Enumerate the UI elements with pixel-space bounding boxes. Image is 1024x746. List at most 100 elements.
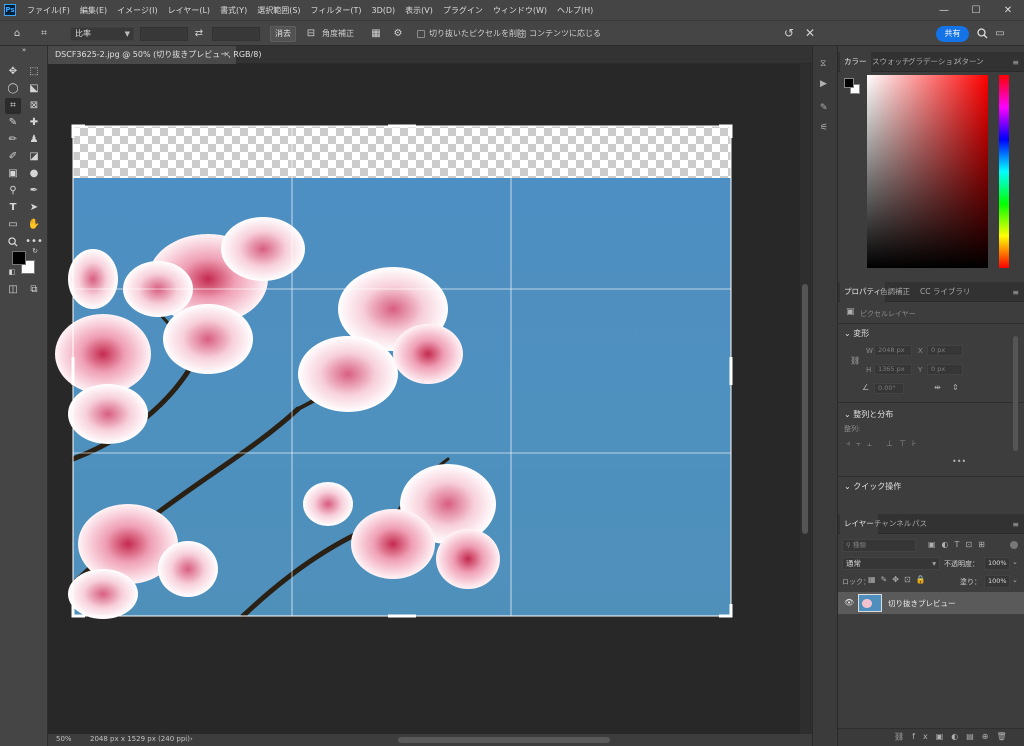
- zoom-tool-icon[interactable]: [5, 234, 21, 250]
- horizontal-scroll-thumb[interactable]: [398, 737, 610, 743]
- hand-tool-icon[interactable]: ✋: [26, 217, 42, 233]
- layer-filter-icons[interactable]: ▣◐T⊡⊞: [928, 541, 991, 549]
- blur-tool-icon[interactable]: ●: [26, 166, 42, 182]
- actions-panel-icon[interactable]: ▶: [820, 80, 827, 89]
- gear-icon[interactable]: ⚙: [391, 26, 405, 40]
- zoom-level[interactable]: 50%: [56, 735, 72, 743]
- menu-view[interactable]: 表示(V): [400, 5, 438, 16]
- brush-tool-icon[interactable]: ✏: [5, 132, 21, 148]
- vertical-scrollbar[interactable]: [800, 64, 812, 734]
- stamp-tool-icon[interactable]: ♟: [26, 132, 42, 148]
- crop-tool-preset-icon[interactable]: ⌗: [37, 26, 51, 40]
- layer-row[interactable]: 👁 切り抜きプレビュー: [838, 592, 1024, 614]
- undo-icon[interactable]: ↺: [782, 26, 796, 40]
- menu-image[interactable]: イメージ(I): [112, 5, 162, 16]
- vertical-scroll-thumb[interactable]: [802, 284, 808, 534]
- menu-type[interactable]: 書式(Y): [215, 5, 252, 16]
- menu-3d[interactable]: 3D(D): [367, 6, 401, 15]
- straighten-label[interactable]: 角度補正: [322, 28, 354, 39]
- menu-plugins[interactable]: プラグイン: [438, 5, 488, 16]
- history-brush-tool-icon[interactable]: ✐: [5, 149, 21, 165]
- link-icon[interactable]: ⛓: [850, 357, 860, 365]
- content-aware-checkbox[interactable]: [518, 30, 526, 38]
- share-button[interactable]: 共有: [936, 26, 969, 42]
- dodge-tool-icon[interactable]: ⚲: [5, 183, 21, 199]
- transform-section[interactable]: ⌄ 変形: [844, 328, 869, 339]
- blend-mode-dropdown[interactable]: 通常 ▾: [842, 557, 940, 570]
- rectangle-tool-icon[interactable]: ▭: [5, 217, 21, 233]
- width-field[interactable]: 2048 px: [874, 345, 912, 356]
- move-tool-icon[interactable]: ✥: [5, 64, 21, 80]
- flip-horizontal-icon[interactable]: ⇹: [934, 384, 941, 392]
- height-field[interactable]: 1365 px: [874, 364, 912, 375]
- eraser-tool-icon[interactable]: ◪: [26, 149, 42, 165]
- tab-color[interactable]: カラー: [840, 52, 871, 72]
- cancel-crop-icon[interactable]: ✕: [803, 26, 817, 40]
- type-tool-icon[interactable]: T: [5, 200, 21, 216]
- menu-file[interactable]: ファイル(F): [22, 5, 75, 16]
- minimize-button[interactable]: —: [928, 0, 960, 20]
- gradient-tool-icon[interactable]: ▣: [5, 166, 21, 182]
- menu-window[interactable]: ウィンドウ(W): [488, 5, 552, 16]
- brush-settings-icon[interactable]: ✎: [820, 104, 828, 113]
- panel-menu-icon[interactable]: ≡: [1012, 288, 1019, 297]
- layer-footer-icons[interactable]: ⛓fx▣◐▤⊕🗑: [894, 733, 1015, 741]
- hue-slider[interactable]: [999, 75, 1009, 268]
- overlay-grid-icon[interactable]: ▦: [369, 26, 383, 40]
- fill-field[interactable]: 100%: [984, 575, 1010, 588]
- ratio-height-field[interactable]: [212, 27, 260, 41]
- foreground-color-swatch[interactable]: [12, 251, 26, 265]
- chevron-down-icon[interactable]: ⌄: [1012, 577, 1018, 584]
- lasso-tool-icon[interactable]: ◯: [5, 81, 21, 97]
- more-icon[interactable]: •••: [952, 458, 966, 466]
- document-tab[interactable]: DSCF3625-2.jpg @ 50% (切り抜きプレビュー, RGB/8) …: [48, 46, 261, 64]
- quick-actions-section[interactable]: ⌄ クイック操作: [844, 481, 901, 492]
- panel-menu-icon[interactable]: ≡: [1012, 520, 1019, 529]
- panel-menu-icon[interactable]: ≡: [1012, 58, 1019, 67]
- eyedropper-tool-icon[interactable]: ✎: [5, 115, 21, 131]
- ratio-width-field[interactable]: [140, 27, 188, 41]
- x-field[interactable]: 0 px: [927, 345, 963, 356]
- chevron-down-icon[interactable]: ⌄: [1012, 559, 1018, 566]
- swap-icon[interactable]: ⇄: [192, 26, 206, 40]
- menu-help[interactable]: ヘルプ(H): [552, 5, 598, 16]
- menu-edit[interactable]: 編集(E): [75, 5, 112, 16]
- object-select-tool-icon[interactable]: ⬕: [26, 81, 42, 97]
- properties-scroll-thumb[interactable]: [1013, 336, 1018, 451]
- opacity-field[interactable]: 100%: [984, 557, 1010, 570]
- home-icon[interactable]: ⌂: [10, 26, 24, 40]
- tab-cc-libraries[interactable]: CC ライブラリ: [916, 282, 974, 302]
- menu-filter[interactable]: フィルター(T): [306, 5, 367, 16]
- marquee-tool-icon[interactable]: ⬚: [26, 64, 42, 80]
- filter-toggle[interactable]: [1010, 541, 1018, 549]
- straighten-icon[interactable]: ⊟: [304, 26, 318, 40]
- align-section[interactable]: ⌄ 整列と分布: [844, 409, 893, 420]
- menu-select[interactable]: 選択範囲(S): [252, 5, 305, 16]
- quick-mask-icon[interactable]: ◫: [5, 282, 21, 298]
- crop-canvas[interactable]: [48, 64, 800, 734]
- layer-name[interactable]: 切り抜きプレビュー: [888, 598, 956, 609]
- maximize-button[interactable]: ☐: [960, 0, 992, 20]
- align-icons[interactable]: ⫞⫟⫠ ⊥⊤⊦: [846, 440, 922, 448]
- delete-cropped-checkbox[interactable]: [417, 30, 425, 38]
- photoshop-logo[interactable]: Ps: [4, 4, 16, 16]
- status-arrow-icon[interactable]: ›: [190, 735, 193, 743]
- y-field[interactable]: 0 px: [927, 364, 963, 375]
- adjust-panel-icon[interactable]: ⚟: [820, 124, 828, 133]
- angle-field[interactable]: 0.00°: [874, 383, 904, 394]
- flip-vertical-icon[interactable]: ⇕: [952, 384, 959, 392]
- ratio-dropdown[interactable]: 比率 ▼: [70, 27, 134, 41]
- canvas-area[interactable]: [48, 64, 800, 734]
- clear-button[interactable]: 消去: [270, 26, 296, 42]
- eye-icon[interactable]: 👁: [844, 599, 854, 607]
- close-window-button[interactable]: ✕: [992, 0, 1024, 20]
- collapse-icon[interactable]: »: [16, 46, 32, 54]
- swap-colors-icon[interactable]: ↻: [31, 247, 39, 255]
- pen-tool-icon[interactable]: ✒: [26, 183, 42, 199]
- color-picker-field[interactable]: [867, 75, 988, 268]
- tab-paths[interactable]: パス: [908, 514, 931, 534]
- path-select-tool-icon[interactable]: ➤: [26, 200, 42, 216]
- tab-patterns[interactable]: パターン: [950, 52, 988, 72]
- crop-tool-icon[interactable]: ⌗: [5, 98, 21, 114]
- lock-icons[interactable]: ▦✎✥⊡🔒: [868, 576, 931, 584]
